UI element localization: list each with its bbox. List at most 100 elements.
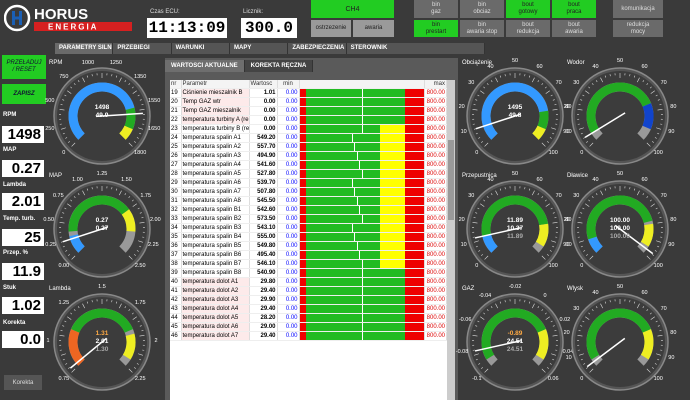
tab-korekta-reczna[interactable]: KOREKTA RĘCZNA [244,60,314,72]
row-param: temperatura spalin B7 [181,259,250,269]
row-nr: 46 [170,331,182,341]
row-nr: 20 [170,97,182,107]
row-max: 800.00 [424,268,447,278]
zapisz-button[interactable]: ZAPISZ [2,84,46,104]
awaria-indicator: awaria [353,20,394,37]
gauge-tick-label: 1250 [109,59,123,66]
gauge-tick-label: 2.00 [149,216,161,223]
table-row: 25 temperatura spalin A2 557.70 0.00 800.00 [170,142,447,152]
row-value: 0.00 [249,124,278,134]
row-value: 555.00 [249,232,278,242]
gauge-tick-label: 80 [670,216,677,223]
row-max: 800.00 [424,196,447,206]
gauge-tick-label: 0.25 [45,241,57,248]
row-param: Ciśnienie mieszalnik B [181,88,250,98]
korekta-button[interactable]: Korekta [4,375,42,390]
row-nr: 28 [170,169,182,179]
tab-wartosci-aktualne[interactable]: WARTOSCI AKTUALNE [165,60,245,72]
row-bar [299,187,425,197]
temp-turb-label: Temp. turb. [3,216,36,222]
scroll-thumb[interactable] [448,140,454,220]
table-row: 22 temperatura turbiny A (re 0.00 0.00 800.… [170,115,447,125]
gauge-tick-label: 60 [641,63,648,70]
values-table: nr Parametr Wartosc min max 19 Ciśnienie … [170,80,447,400]
lambda-label: Lambda [3,182,27,188]
tab-zabezpieczenia[interactable]: ZABEZPIECZENIA [288,43,347,54]
gauge-tick-label: 0 [475,263,479,270]
row-bar [299,106,425,116]
bin-prestart: bin prestart [414,20,458,37]
tab-mapy[interactable]: MAPY [229,43,289,54]
row-param: temperatura spalin A4 [181,160,250,170]
gauge-tick-label: 30 [573,80,580,87]
table-row: 44 temperatura dolot A5 28.20 0.00 800.00 [170,313,447,323]
korekta-label: Korekta [3,320,26,326]
row-bar [299,286,425,296]
gauge-tick-label: 1800 [134,150,147,157]
horus-logo: HORUS ENERGIA [4,4,132,32]
gauge-tick-label: 40 [487,63,494,70]
row-param: temperatura spalin B6 [181,250,250,260]
row-max: 800.00 [424,115,447,125]
row-bar [299,223,425,233]
row-max: 800.00 [424,286,447,296]
row-bar [299,268,425,278]
table-row: 29 temperatura spalin A6 539.70 0.00 800.00 [170,178,447,188]
tab-przebiegi[interactable]: PRZEBIEGI [113,43,172,54]
row-bar [299,178,425,188]
ch4-button[interactable]: CH4 [311,0,394,18]
row-min: 0.00 [277,178,300,188]
row-value: 573.50 [249,214,278,224]
row-nr: 23 [170,124,182,134]
gauge-tick-label: 10 [565,241,572,248]
bout-praca: bout praca [552,0,596,18]
gauge-tick-label: 10 [460,128,467,135]
table-row: 41 temperatura dolot A2 29.40 0.00 800.00 [170,286,447,296]
gauge-tick-label: 40 [592,289,599,296]
row-nr: 19 [170,88,182,98]
row-min: 0.00 [277,250,300,260]
tab-parametry-silnika[interactable]: PARAMETRY SILNIKA [55,43,114,54]
row-min: 0.00 [277,169,300,179]
table-row: 33 temperatura spalin B2 573.50 0.00 800.00 [170,214,447,224]
gauge-tick-label: 0.06 [547,376,559,383]
gauge-tick-label: 100 [653,263,663,270]
tab-sterownik[interactable]: STEROWNIK [346,43,485,54]
row-min: 0.00 [277,259,300,269]
row-param: temperatura dolot A2 [181,286,250,296]
rpm-label: RPM [3,112,17,118]
gauge-tick-label: 1350 [134,73,147,80]
przeladuj-reset-button[interactable]: PRZEŁADUJ / RESET [2,55,46,79]
row-min: 0.00 [277,88,300,98]
row-min: 0.00 [277,151,300,161]
row-bar [299,196,425,206]
table-row: 26 temperatura spalin A3 494.90 0.00 800.00 [170,151,447,161]
tab-warunki[interactable]: WARUNKI [171,43,230,54]
temp-turb-value: 25 [2,229,44,246]
gauge-dlawice-value-3: 100.00 [610,233,630,240]
gauge-tick-label: 10 [460,241,467,248]
row-nr: 24 [170,133,182,143]
row-bar [299,313,425,323]
table-row: 45 temperatura dolot A6 29.00 0.00 800.00 [170,322,447,332]
gauge-tick-label: 50 [616,171,624,177]
gauge-tick-label: 0.00 [58,263,70,270]
gauge-wodor: Wodor 0 10 20 30 40 50 60 70 80 90 100 [564,58,676,172]
row-nr: 45 [170,322,182,332]
gauge-dlawice: Dławice 0 10 20 30 40 50 60 70 80 90 100 100.00 100.0… [564,171,676,285]
gauge-tick-label: 0.75 [58,376,70,383]
gauge-tick-label: 2.25 [147,241,159,248]
gauge-tick-label: 1.75 [140,193,152,200]
gauge-tick-label: 30 [468,193,475,200]
brand-sub: ENERGIA [48,23,98,32]
gauge-tick-label: 1650 [148,125,161,132]
table-row: 32 temperatura spalin B1 542.60 0.00 800.00 [170,205,447,215]
row-min: 0.00 [277,322,300,332]
gauge-tick-label: -0.04 [478,293,492,300]
gauge-map: MAP 0.00 0.25 0.50 0.75 1.00 1.25 1.50 1.75 2.00 2… [43,171,161,285]
row-value: 28.20 [249,313,278,323]
col-nr: nr [170,80,182,89]
row-value: 557.70 [249,142,278,152]
gauge-dlawice-title: Dławice [567,173,589,179]
gauge-tick-label: 0 [580,263,584,270]
